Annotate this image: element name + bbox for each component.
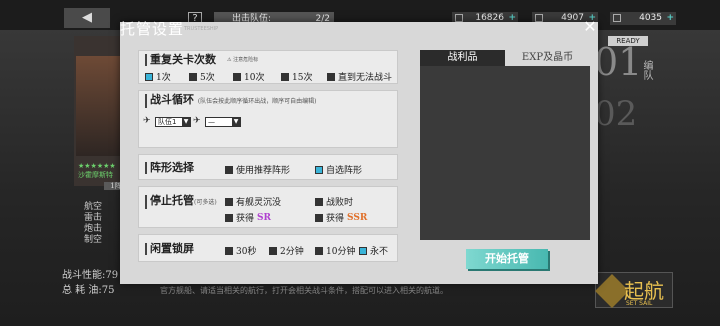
stat-torpedo: 雷击 xyxy=(84,213,103,223)
add-ration-button[interactable]: + xyxy=(666,12,674,25)
gear-icon xyxy=(535,14,543,22)
stop-section: 停止托管(可多选) 有舰灵沉没 战败时 获得 SR 获得 SSR xyxy=(138,186,398,228)
formation-recommended-option[interactable]: 使用推荐阵形 xyxy=(225,163,290,176)
stat-power: 战斗性能:79 xyxy=(62,270,119,281)
fleet-number-1[interactable]: 01 xyxy=(594,40,642,84)
formation-label: 编队 xyxy=(641,60,652,80)
idle-never-option[interactable]: 永不 xyxy=(359,244,388,257)
cycle-heading: 战斗循环 (队伍会按此顺序循环出战，顺序可自由编辑) xyxy=(145,94,317,108)
checkbox[interactable] xyxy=(225,213,233,222)
cycle-slot-1-select[interactable]: 队伍1 ▼ xyxy=(155,117,191,127)
stop-get-ssr-option[interactable]: 获得 SSR xyxy=(315,211,367,224)
modal-subtitle: TRUSTEESHIP xyxy=(184,26,219,32)
chevron-down-icon: ▼ xyxy=(182,118,190,126)
stop-defeat-option[interactable]: 战败时 xyxy=(315,195,353,208)
repeat-option-15[interactable]: 15次 xyxy=(281,70,312,83)
modal-title: 托管设置 xyxy=(120,20,185,38)
checkbox[interactable] xyxy=(327,72,335,81)
ration-icon xyxy=(613,14,621,22)
checkbox[interactable] xyxy=(315,165,323,174)
checkbox[interactable] xyxy=(145,72,153,81)
resource-value: 4035 xyxy=(639,13,662,23)
checkbox[interactable] xyxy=(225,165,233,174)
repeat-heading: 重复关卡次数 xyxy=(145,54,216,66)
stop-heading: 停止托管(可多选) xyxy=(145,195,217,209)
checkbox[interactable] xyxy=(225,246,233,255)
stat-firepower: 炮击 xyxy=(84,224,103,234)
checkbox[interactable] xyxy=(359,246,367,255)
repeat-option-5[interactable]: 5次 xyxy=(189,70,215,83)
double-left-arrow-icon: ◀ xyxy=(82,10,92,25)
ship-stat-list: 航空 雷击 炮击 制空 xyxy=(84,202,102,246)
tab-loot[interactable]: 战利品 xyxy=(420,50,505,66)
loot-panel xyxy=(420,50,590,240)
ship-stars: ★★★★★★ 沙霍摩斯特 xyxy=(78,162,116,179)
idle-2min-option[interactable]: 2分钟 xyxy=(269,244,304,257)
stop-get-sr-option[interactable]: 获得 SR xyxy=(225,211,271,224)
repeat-option-10[interactable]: 10次 xyxy=(233,70,264,83)
checkbox[interactable] xyxy=(269,246,277,255)
fleet-icon: ✈ xyxy=(143,116,151,126)
repeat-option-1[interactable]: 1次 xyxy=(145,70,171,83)
ship-portrait xyxy=(76,56,120,156)
back-button[interactable]: ◀ xyxy=(64,8,110,28)
close-icon: ✕ xyxy=(583,17,597,36)
checkbox[interactable] xyxy=(189,72,197,81)
idle-lock-section: 闲置锁屏 30秒 2分钟 10分钟 永不 xyxy=(138,234,398,262)
idle-10min-option[interactable]: 10分钟 xyxy=(315,244,355,257)
checkbox[interactable] xyxy=(225,197,233,206)
checkbox[interactable] xyxy=(315,197,323,206)
stop-note: (可多选) xyxy=(194,199,217,206)
cycle-slot-2-select[interactable]: — ▼ xyxy=(205,117,241,127)
stat-aviation: 航空 xyxy=(84,202,103,212)
idle-heading: 闲置锁屏 xyxy=(145,243,194,255)
close-button[interactable]: ✕ xyxy=(581,18,599,36)
stat-air-control: 制空 xyxy=(84,235,103,245)
danger-warning: ⚠ 注意危险标 xyxy=(227,57,259,63)
fleet-icon: ✈ xyxy=(193,116,201,126)
set-sail-button[interactable]: 起航 SET SAIL xyxy=(595,272,673,308)
cycle-section: 战斗循环 (队伍会按此顺序循环出战，顺序可自由编辑) ✈ 队伍1 ▼ ✈ — ▼ xyxy=(138,90,398,148)
resource-ration: 4035 + xyxy=(610,12,676,25)
set-sail-sublabel: SET SAIL xyxy=(626,300,653,307)
checkbox[interactable] xyxy=(315,213,323,222)
checkbox[interactable] xyxy=(281,72,289,81)
repeat-option-until-unable[interactable]: 直到无法战斗 xyxy=(327,70,392,83)
checkbox[interactable] xyxy=(315,246,323,255)
fleet-number-2[interactable]: 02 xyxy=(594,94,637,134)
fleet-stats: 战斗性能:79 总 耗 油:75 xyxy=(62,266,118,296)
formation-heading: 阵形选择 xyxy=(145,162,194,174)
bottom-hint: 官方舰船、请适当相关的航行，打开会相关战斗条件，搭配可以进入相关的航道。 xyxy=(160,286,448,295)
idle-30s-option[interactable]: 30秒 xyxy=(225,244,256,257)
tab-exp-coins[interactable]: EXP及晶币 xyxy=(505,50,590,66)
cycle-note: (队伍会按此顺序循环出战，顺序可自由编辑) xyxy=(197,98,317,105)
stat-fuel: 总 耗 油:75 xyxy=(62,285,115,296)
formation-custom-option[interactable]: 自选阵形 xyxy=(315,163,362,176)
repeat-section: 重复关卡次数 ⚠ 注意危险标 1次 5次 10次 15次 直到无法战斗 xyxy=(138,50,398,84)
stop-ship-sunk-option[interactable]: 有舰灵沉没 xyxy=(225,195,281,208)
start-trusteeship-button[interactable]: 开始托管 xyxy=(466,249,548,269)
chevron-down-icon: ▼ xyxy=(232,118,240,126)
checkbox[interactable] xyxy=(233,72,241,81)
formation-section: 阵形选择 使用推荐阵形 自选阵形 xyxy=(138,154,398,180)
ammo-icon xyxy=(455,14,463,22)
